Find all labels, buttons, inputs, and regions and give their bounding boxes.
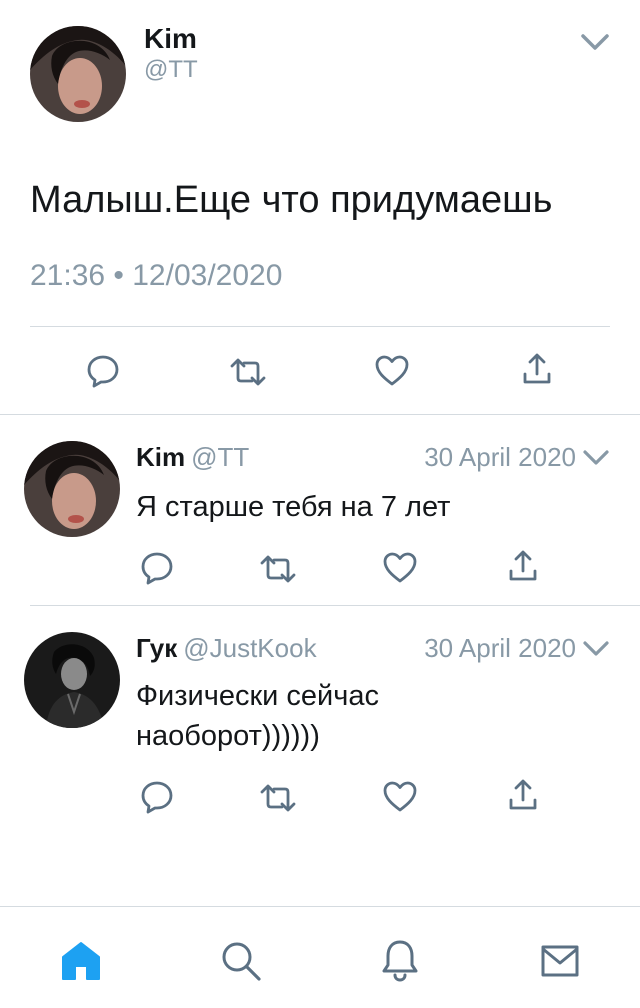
divider	[30, 326, 610, 327]
tweet-timestamp: 21:36 • 12/03/2020	[30, 259, 283, 292]
reply-header: Kim @TT	[136, 441, 249, 473]
reply-icon[interactable]	[86, 354, 120, 388]
tweet-text: Физически сейчас наоборот))))))	[136, 680, 379, 752]
heart-icon[interactable]	[382, 551, 418, 583]
chevron-down-icon[interactable]	[582, 447, 610, 469]
author-name[interactable]: Kim	[136, 442, 185, 472]
author-name[interactable]: Kim	[144, 22, 197, 56]
reply-icon[interactable]	[140, 780, 174, 814]
avatar[interactable]	[30, 26, 126, 122]
author-handle[interactable]: @TT	[191, 442, 249, 472]
chevron-down-icon[interactable]	[582, 638, 610, 660]
avatar[interactable]	[24, 441, 120, 537]
bell-icon[interactable]	[380, 938, 420, 982]
author-name[interactable]: Гук	[136, 633, 177, 663]
retweet-icon[interactable]	[258, 784, 298, 812]
tweet-text: Я старше тебя на 7 лет	[136, 491, 451, 523]
reply-header: Гук @JustKook	[136, 632, 317, 664]
heart-icon[interactable]	[382, 780, 418, 812]
author-handle[interactable]: @TT	[144, 56, 198, 84]
mail-icon[interactable]	[540, 944, 580, 978]
search-icon[interactable]	[220, 940, 262, 982]
avatar[interactable]	[24, 632, 120, 728]
share-icon[interactable]	[508, 778, 538, 812]
chevron-down-icon[interactable]	[580, 30, 610, 54]
tab-bar	[0, 906, 640, 1008]
heart-icon[interactable]	[374, 354, 410, 386]
reply-tweet[interactable]: Гук @JustKook 30 April 2020 Физически сей…	[0, 606, 640, 856]
share-icon[interactable]	[508, 549, 538, 583]
author-handle[interactable]: @JustKook	[183, 633, 316, 663]
reply-date: 30 April 2020	[424, 633, 576, 663]
home-icon[interactable]	[60, 940, 102, 982]
reply-icon[interactable]	[140, 551, 174, 585]
retweet-icon[interactable]	[258, 555, 298, 583]
retweet-icon[interactable]	[228, 358, 268, 386]
divider	[0, 906, 640, 907]
reply-tweet[interactable]: Kim @TT 30 April 2020 Я старше тебя на 7 …	[0, 415, 640, 605]
tweet-text: Малыш.Еще что придумаешь	[30, 179, 553, 221]
share-icon[interactable]	[522, 352, 552, 386]
main-tweet: Kim @TT Малыш.Еще что придумаешь 21:36 •…	[0, 0, 640, 414]
reply-date: 30 April 2020	[424, 442, 576, 472]
